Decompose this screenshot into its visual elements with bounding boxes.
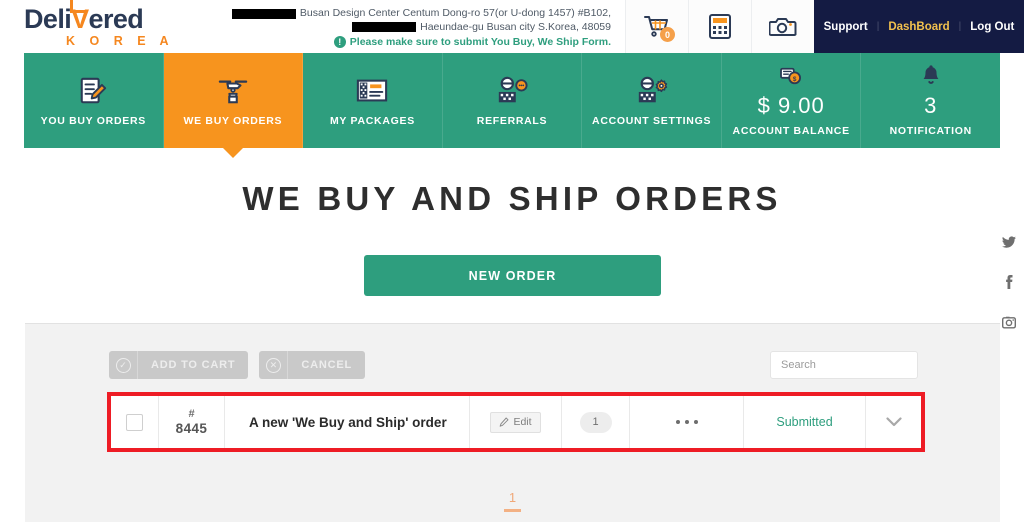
table-row[interactable]: # 8445 A new 'We Buy and Ship' order Edi… <box>111 396 921 448</box>
check-circle-icon: ✓ <box>109 351 138 379</box>
order-quantity-cell: 1 <box>562 396 630 448</box>
order-number: 8445 <box>175 421 208 436</box>
order-more-cell[interactable] <box>630 396 744 448</box>
address-line-2: Haeundae-gu Busan city S.Korea, 48059 <box>352 21 611 35</box>
pagination: 1 <box>25 490 1000 512</box>
tab-label: MY PACKAGES <box>329 115 415 127</box>
search-box[interactable] <box>770 351 923 379</box>
logo-text-before: Deli <box>24 3 72 34</box>
page-title: WE BUY AND SHIP ORDERS <box>242 180 782 217</box>
logout-link[interactable]: Log Out <box>970 21 1014 33</box>
tab-account-balance[interactable]: $ $ 9.00 ACCOUNT BALANCE <box>722 53 862 148</box>
address-line-2-text: Haeundae-gu Busan city S.Korea, 48059 <box>420 20 611 33</box>
order-status-cell: Submitted <box>744 396 866 448</box>
new-order-button[interactable]: NEW ORDER <box>364 255 661 296</box>
address-line-1: Busan Design Center Centum Dong-ro 57(or… <box>231 7 611 21</box>
top-header: DeliVered K O R E A Busan Design Center … <box>0 0 1024 53</box>
logo-text-after: ered <box>88 3 144 34</box>
svg-text:$: $ <box>793 76 797 83</box>
tab-label: REFERRALS <box>476 115 548 127</box>
camera-button[interactable] <box>751 0 814 53</box>
exclamation-circle-icon: ! <box>333 36 346 48</box>
instagram-icon[interactable] <box>1002 316 1016 329</box>
cancel-label: CANCEL <box>301 359 353 371</box>
address-line-1-text: Busan Design Center Centum Dong-ro 57(or… <box>299 7 611 19</box>
site-logo[interactable]: DeliVered K O R E A <box>0 0 200 53</box>
edit-button[interactable]: Edit <box>490 411 541 433</box>
redacted-bar-2 <box>352 22 417 33</box>
camera-icon <box>769 17 797 36</box>
quantity-badge: 1 <box>579 411 612 433</box>
calculator-button[interactable] <box>688 0 751 53</box>
header-nav-links: Support | DashBoard | Log Out <box>814 0 1024 53</box>
order-expand-cell[interactable] <box>866 396 921 448</box>
package-box-icon <box>356 74 388 108</box>
tab-notification[interactable]: 3 NOTIFICATION <box>861 53 1000 148</box>
twitter-icon[interactable] <box>1002 236 1016 248</box>
logo-checkmark-icon: V <box>70 0 89 34</box>
tab-label: NOTIFICATION <box>889 124 972 137</box>
order-row-highlight: # 8445 A new 'We Buy and Ship' order Edi… <box>107 392 925 452</box>
row-select-cell <box>111 396 159 448</box>
bell-icon <box>921 65 941 87</box>
tab-label: YOU BUY ORDERS <box>40 115 146 127</box>
cancel-button[interactable]: ✕ CANCEL <box>259 351 366 379</box>
x-circle-icon: ✕ <box>259 351 289 379</box>
drone-delivery-icon <box>216 74 250 108</box>
add-to-cart-button[interactable]: ✓ ADD TO CART <box>109 351 249 379</box>
person-gear-icon <box>636 74 668 108</box>
main-navigation-tabs: YOU BUY ORDERS WE BUY ORDERS MY PACKAGES… <box>24 53 1000 148</box>
calculator-icon <box>709 14 731 39</box>
search-input[interactable] <box>781 359 923 371</box>
edit-label: Edit <box>513 416 532 428</box>
three-dots-icon[interactable] <box>675 420 698 424</box>
account-balance-value: $ 9.00 <box>757 92 825 118</box>
money-coin-icon: $ <box>780 65 802 87</box>
order-title: A new 'We Buy and Ship' order <box>249 414 447 430</box>
orders-toolbar: ✓ ADD TO CART ✕ CANCEL <box>109 351 366 379</box>
support-link[interactable]: Support <box>824 21 868 33</box>
person-chat-icon <box>496 74 528 108</box>
add-to-cart-label: ADD TO CART <box>151 359 236 371</box>
tab-account-settings[interactable]: ACCOUNT SETTINGS <box>582 53 722 148</box>
row-checkbox[interactable] <box>126 413 143 431</box>
submit-form-notice-text: Please make sure to submit You Buy, We S… <box>349 36 611 48</box>
status-badge: Submitted <box>776 415 833 429</box>
tab-we-buy-orders[interactable]: WE BUY ORDERS <box>163 53 304 148</box>
tab-you-buy-orders[interactable]: YOU BUY ORDERS <box>24 53 164 148</box>
dashboard-link[interactable]: DashBoard <box>888 21 949 33</box>
order-title-cell: A new 'We Buy and Ship' order <box>225 396 470 448</box>
address-block: Busan Design Center Centum Dong-ro 57(or… <box>200 0 625 53</box>
tab-referrals[interactable]: REFERRALS <box>443 53 583 148</box>
logo-text: DeliVered <box>24 0 200 34</box>
hash-symbol: # <box>188 408 195 420</box>
tab-label: ACCOUNT SETTINGS <box>592 115 712 127</box>
cart-button[interactable]: 0 <box>625 0 688 53</box>
order-number-cell: # 8445 <box>159 396 225 448</box>
logo-subtitle: K O R E A <box>66 33 175 48</box>
page-root: DeliVered K O R E A Busan Design Center … <box>0 0 1024 522</box>
pencil-icon <box>500 417 509 427</box>
nav-separator-2: | <box>958 21 962 32</box>
tab-my-packages[interactable]: MY PACKAGES <box>303 53 443 148</box>
submit-form-notice: ! Please make sure to submit You Buy, We… <box>333 36 611 48</box>
social-rail <box>998 236 1020 329</box>
redacted-bar-1 <box>231 8 296 19</box>
chevron-down-icon[interactable] <box>885 417 902 427</box>
page-number-1[interactable]: 1 <box>503 490 522 512</box>
document-pencil-icon <box>78 74 108 108</box>
orders-panel: ✓ ADD TO CART ✕ CANCEL Search # 8445 A n… <box>25 323 1000 522</box>
facebook-icon[interactable] <box>1005 275 1013 289</box>
tab-label: WE BUY ORDERS <box>183 115 283 127</box>
tab-label: ACCOUNT BALANCE <box>732 124 850 137</box>
nav-separator-1: | <box>876 21 880 32</box>
notification-count: 3 <box>924 92 938 118</box>
cart-count-badge: 0 <box>660 27 675 42</box>
order-edit-cell: Edit <box>470 396 562 448</box>
